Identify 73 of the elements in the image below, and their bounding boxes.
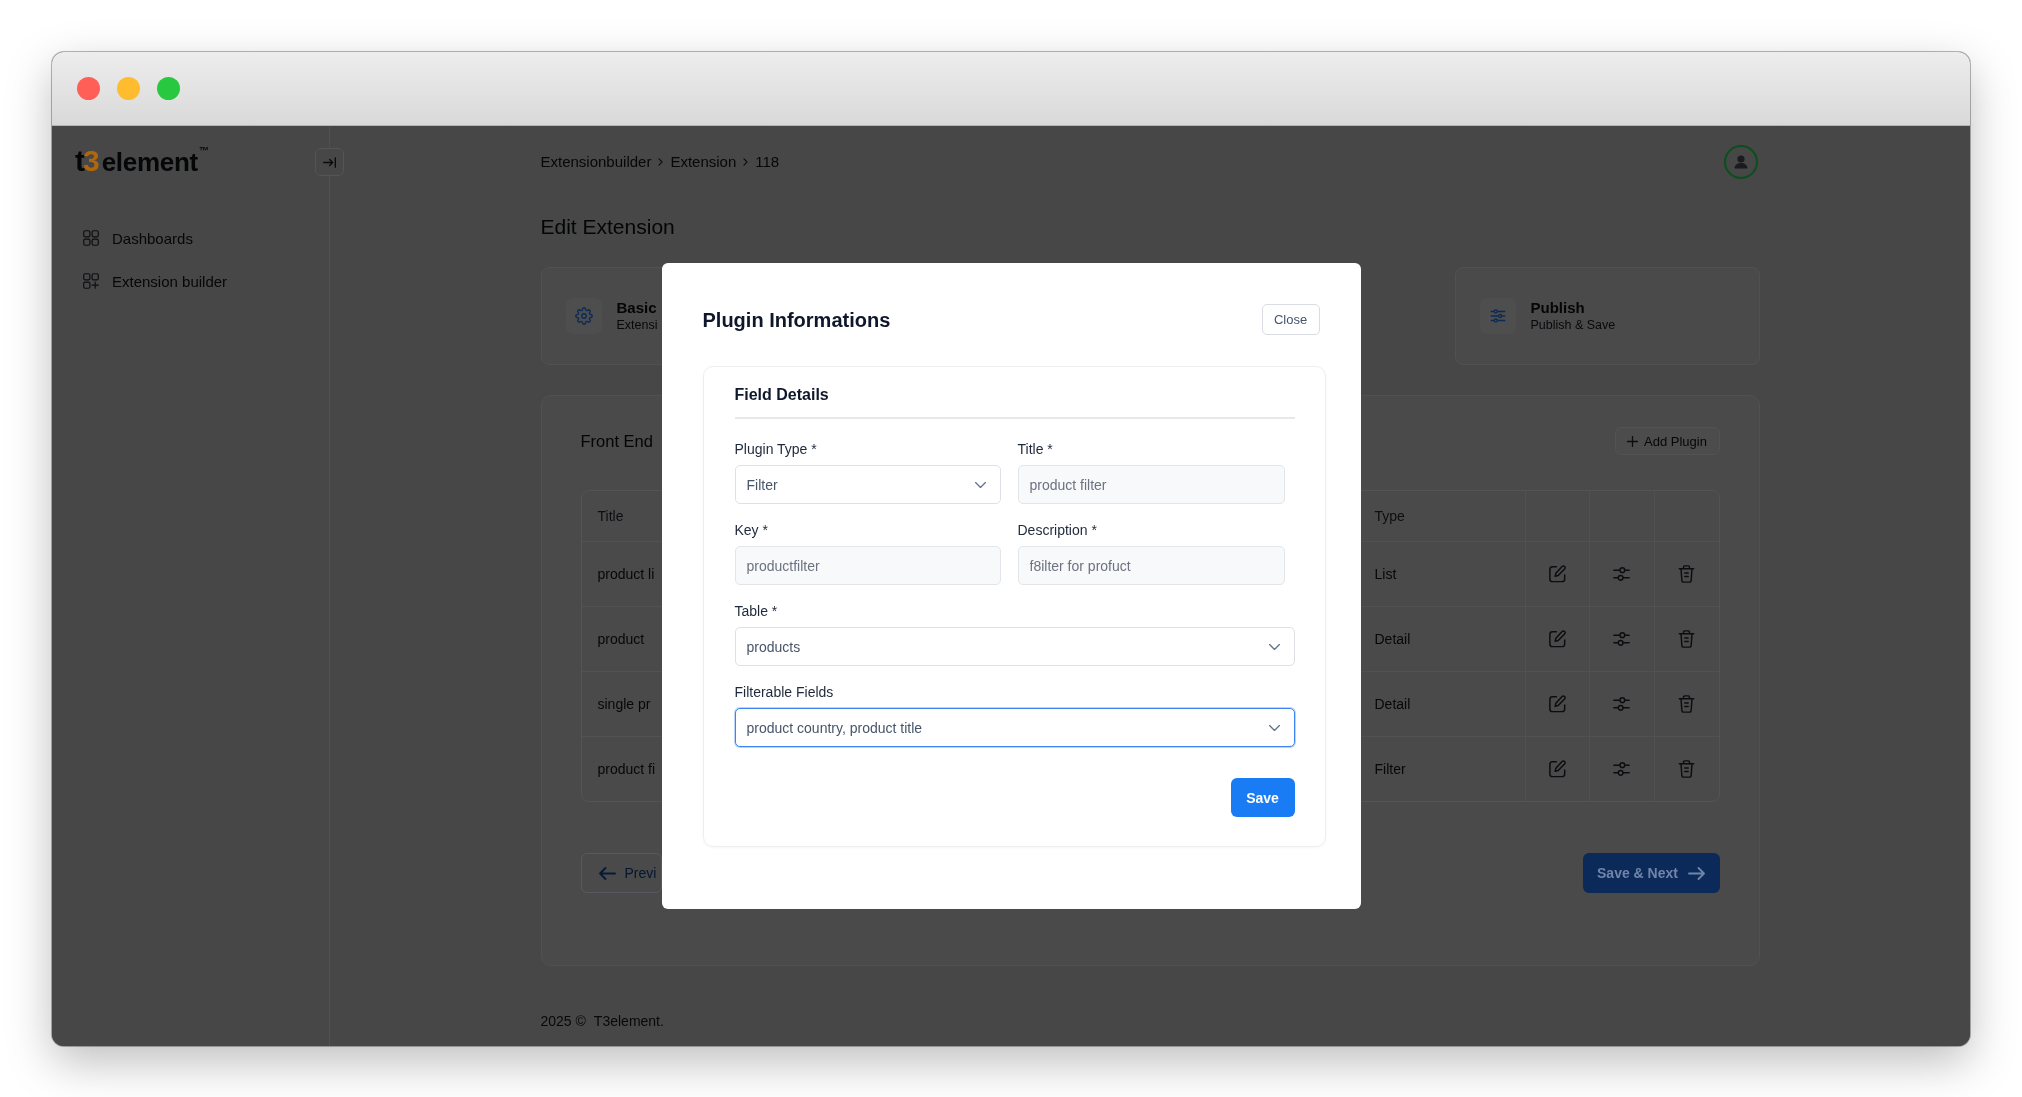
footer-link[interactable]: T3element. bbox=[593, 1012, 664, 1030]
dropdown-field[interactable]: products bbox=[734, 627, 1295, 666]
sidebar-toggle-button[interactable] bbox=[315, 148, 344, 176]
sliders-icon[interactable] bbox=[1613, 695, 1630, 713]
sliders-icon[interactable] bbox=[1613, 565, 1630, 583]
sliders-icon[interactable] bbox=[1613, 760, 1630, 778]
breadcrumb-link[interactable]: Extensionbuilder bbox=[540, 153, 652, 171]
previous-button[interactable]: Previ bbox=[580, 853, 662, 893]
trash-icon[interactable] bbox=[1678, 630, 1695, 648]
copyright-text: 2025 © bbox=[540, 1012, 586, 1030]
close-window-icon[interactable] bbox=[77, 77, 100, 100]
edit-icon[interactable] bbox=[1548, 695, 1566, 713]
edit-icon[interactable] bbox=[1548, 760, 1566, 778]
arrow-to-bar-icon bbox=[323, 156, 336, 168]
chevron-down-icon bbox=[1268, 724, 1280, 731]
step-subtitle: Extensi bbox=[616, 316, 658, 334]
column-header: Type bbox=[1374, 508, 1405, 524]
field-label: Description * bbox=[1017, 521, 1098, 539]
add-plugin-button[interactable]: Add Plugin bbox=[1614, 427, 1720, 455]
step-card[interactable]: Publish Publish & Save bbox=[1454, 267, 1760, 365]
trash-icon[interactable] bbox=[1678, 565, 1695, 583]
save-next-button[interactable]: Save & Next bbox=[1582, 853, 1720, 893]
field-label: Plugin Type * bbox=[734, 440, 818, 458]
field-label: Table * bbox=[734, 602, 779, 620]
trash-icon[interactable] bbox=[1678, 695, 1695, 713]
edit-icon[interactable] bbox=[1548, 565, 1566, 583]
table-cell: Filter bbox=[1374, 761, 1406, 777]
close-button[interactable]: Close bbox=[1261, 304, 1320, 335]
table-cell: product li bbox=[597, 566, 655, 582]
chevron-right-icon bbox=[658, 158, 664, 166]
dropdown-field[interactable]: product country, product title bbox=[734, 708, 1295, 747]
table-cell: single pr bbox=[597, 696, 651, 712]
field-label: Filterable Fields bbox=[734, 683, 835, 701]
chevron-down-icon bbox=[974, 481, 986, 488]
section-title: Front End bbox=[580, 431, 653, 451]
avatar-icon[interactable] bbox=[1723, 145, 1758, 179]
table-cell: product bbox=[597, 631, 645, 647]
logo-text: element bbox=[101, 146, 198, 179]
chevron-right-icon bbox=[743, 158, 749, 166]
arrow-right-icon bbox=[1687, 866, 1705, 880]
table-cell: List bbox=[1374, 566, 1397, 582]
minimize-window-icon[interactable] bbox=[117, 77, 140, 100]
breadcrumb-current: 118 bbox=[755, 153, 780, 171]
sliders-icon bbox=[1479, 298, 1516, 334]
table-cell: Detail bbox=[1374, 696, 1411, 712]
column-header: Title bbox=[597, 508, 624, 524]
plus-icon bbox=[1627, 435, 1639, 447]
chevron-down-icon bbox=[1268, 643, 1280, 650]
dropdown-field[interactable]: Filter bbox=[734, 465, 1001, 504]
dialog-title: Plugin Informations bbox=[702, 307, 891, 333]
step-title: Basic bbox=[616, 298, 657, 317]
sliders-icon[interactable] bbox=[1613, 630, 1630, 648]
nav-item[interactable]: Dashboards bbox=[75, 220, 309, 256]
grid-plus-icon bbox=[83, 273, 99, 289]
nav-item[interactable]: Extension builder bbox=[75, 263, 309, 299]
field-label: Title * bbox=[1017, 440, 1054, 458]
trash-icon[interactable] bbox=[1678, 760, 1695, 778]
step-subtitle: Publish & Save bbox=[1530, 316, 1616, 334]
gear-icon bbox=[565, 298, 602, 334]
table-cell: Detail bbox=[1374, 631, 1411, 647]
breadcrumb-link[interactable]: Extension bbox=[670, 153, 737, 171]
trademark-sign: ™ bbox=[198, 145, 209, 156]
save-button[interactable]: Save bbox=[1230, 778, 1295, 817]
logo-mark: t3 bbox=[75, 143, 98, 179]
edit-icon[interactable] bbox=[1548, 630, 1566, 648]
grid-icon bbox=[83, 230, 99, 246]
table-cell: product fi bbox=[597, 761, 656, 777]
step-title: Publish bbox=[1530, 298, 1585, 317]
field-label: Key * bbox=[734, 521, 769, 539]
zoom-window-icon[interactable] bbox=[157, 77, 180, 100]
arrow-left-icon bbox=[598, 866, 616, 880]
card-title: Field Details bbox=[734, 385, 830, 405]
page-title: Edit Extension bbox=[540, 214, 676, 240]
